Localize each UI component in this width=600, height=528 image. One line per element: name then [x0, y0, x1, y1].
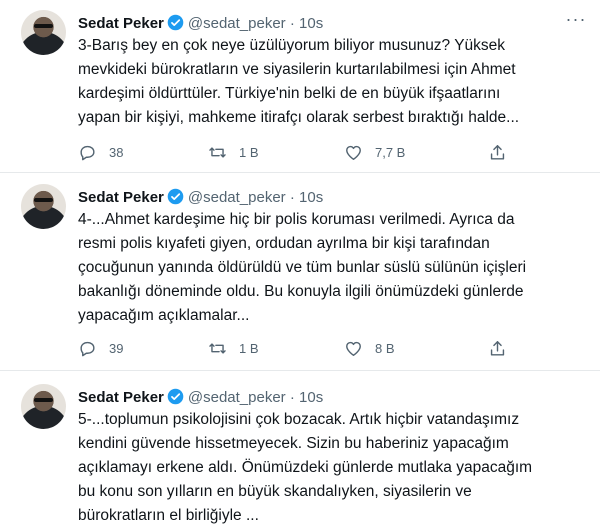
verified-badge-icon	[167, 188, 184, 205]
like-count: 7,7 B	[375, 144, 406, 160]
tweet-text: 4-...Ahmet kardeşime hiç bir polis korum…	[78, 211, 527, 324]
verified-badge-icon	[167, 14, 184, 31]
user-handle[interactable]: @sedat_peker	[188, 15, 286, 32]
reply-button[interactable]: 38	[78, 140, 123, 164]
tweet-divider	[0, 172, 600, 173]
heart-icon	[346, 341, 361, 356]
reply-button[interactable]: 39	[78, 336, 123, 360]
reply-icon	[80, 341, 95, 356]
user-handle[interactable]: @sedat_peker	[188, 189, 286, 206]
avatar[interactable]	[21, 10, 66, 55]
verified-badge-icon	[167, 388, 184, 405]
tweet-text: 5-...toplumun psikolojisini çok bozacak.…	[78, 411, 533, 524]
retweet-count: 1 B	[239, 144, 259, 160]
avatar[interactable]	[21, 184, 66, 229]
tweet-header: Sedat Peker @sedat_peker · 10s	[78, 388, 323, 408]
tweet-header: Sedat Peker @sedat_peker · 10s	[78, 188, 323, 208]
like-button[interactable]: 8 B	[344, 336, 395, 360]
separator-dot: ·	[289, 15, 295, 32]
retweet-count: 1 B	[239, 340, 259, 356]
display-name[interactable]: Sedat Peker	[78, 189, 164, 206]
display-name[interactable]: Sedat Peker	[78, 389, 164, 406]
timestamp[interactable]: 10s	[299, 15, 323, 32]
tweet-divider	[0, 370, 600, 371]
tweet-1[interactable]: Sedat Peker @sedat_peker · 10s ··· 3-Barı…	[0, 10, 600, 170]
separator-dot: ·	[289, 189, 295, 206]
avatar[interactable]	[21, 384, 66, 429]
share-button[interactable]	[488, 336, 519, 360]
reply-count: 38	[109, 144, 124, 160]
tweet-actions: 39 1 B 8 B	[78, 336, 518, 360]
retweet-icon	[209, 342, 226, 354]
share-button[interactable]	[488, 140, 519, 164]
heart-icon	[346, 145, 361, 160]
separator-dot: ·	[289, 389, 295, 406]
like-button[interactable]: 7,7 B	[344, 140, 405, 164]
tweet-2[interactable]: Sedat Peker @sedat_peker · 10s 4-...Ahmet…	[0, 184, 600, 364]
retweet-icon	[209, 146, 226, 158]
reply-icon	[80, 145, 95, 160]
tweet-text: 3-Barış bey en çok neye üzülüyorum biliy…	[78, 37, 520, 126]
retweet-button[interactable]: 1 B	[208, 140, 259, 164]
tweet-actions: 38 1 B 7,7 B	[78, 140, 518, 164]
more-options-icon[interactable]: ···	[564, 10, 588, 34]
share-icon	[490, 340, 505, 356]
share-icon	[490, 144, 505, 160]
retweet-button[interactable]: 1 B	[208, 336, 259, 360]
tweet-header: Sedat Peker @sedat_peker · 10s	[78, 14, 323, 34]
tweet-3[interactable]: Sedat Peker @sedat_peker · 10s 5-...toplu…	[0, 384, 600, 528]
display-name[interactable]: Sedat Peker	[78, 15, 164, 32]
like-count: 8 B	[375, 340, 395, 356]
timestamp[interactable]: 10s	[299, 189, 323, 206]
timestamp[interactable]: 10s	[299, 389, 323, 406]
user-handle[interactable]: @sedat_peker	[188, 389, 286, 406]
reply-count: 39	[109, 340, 124, 356]
